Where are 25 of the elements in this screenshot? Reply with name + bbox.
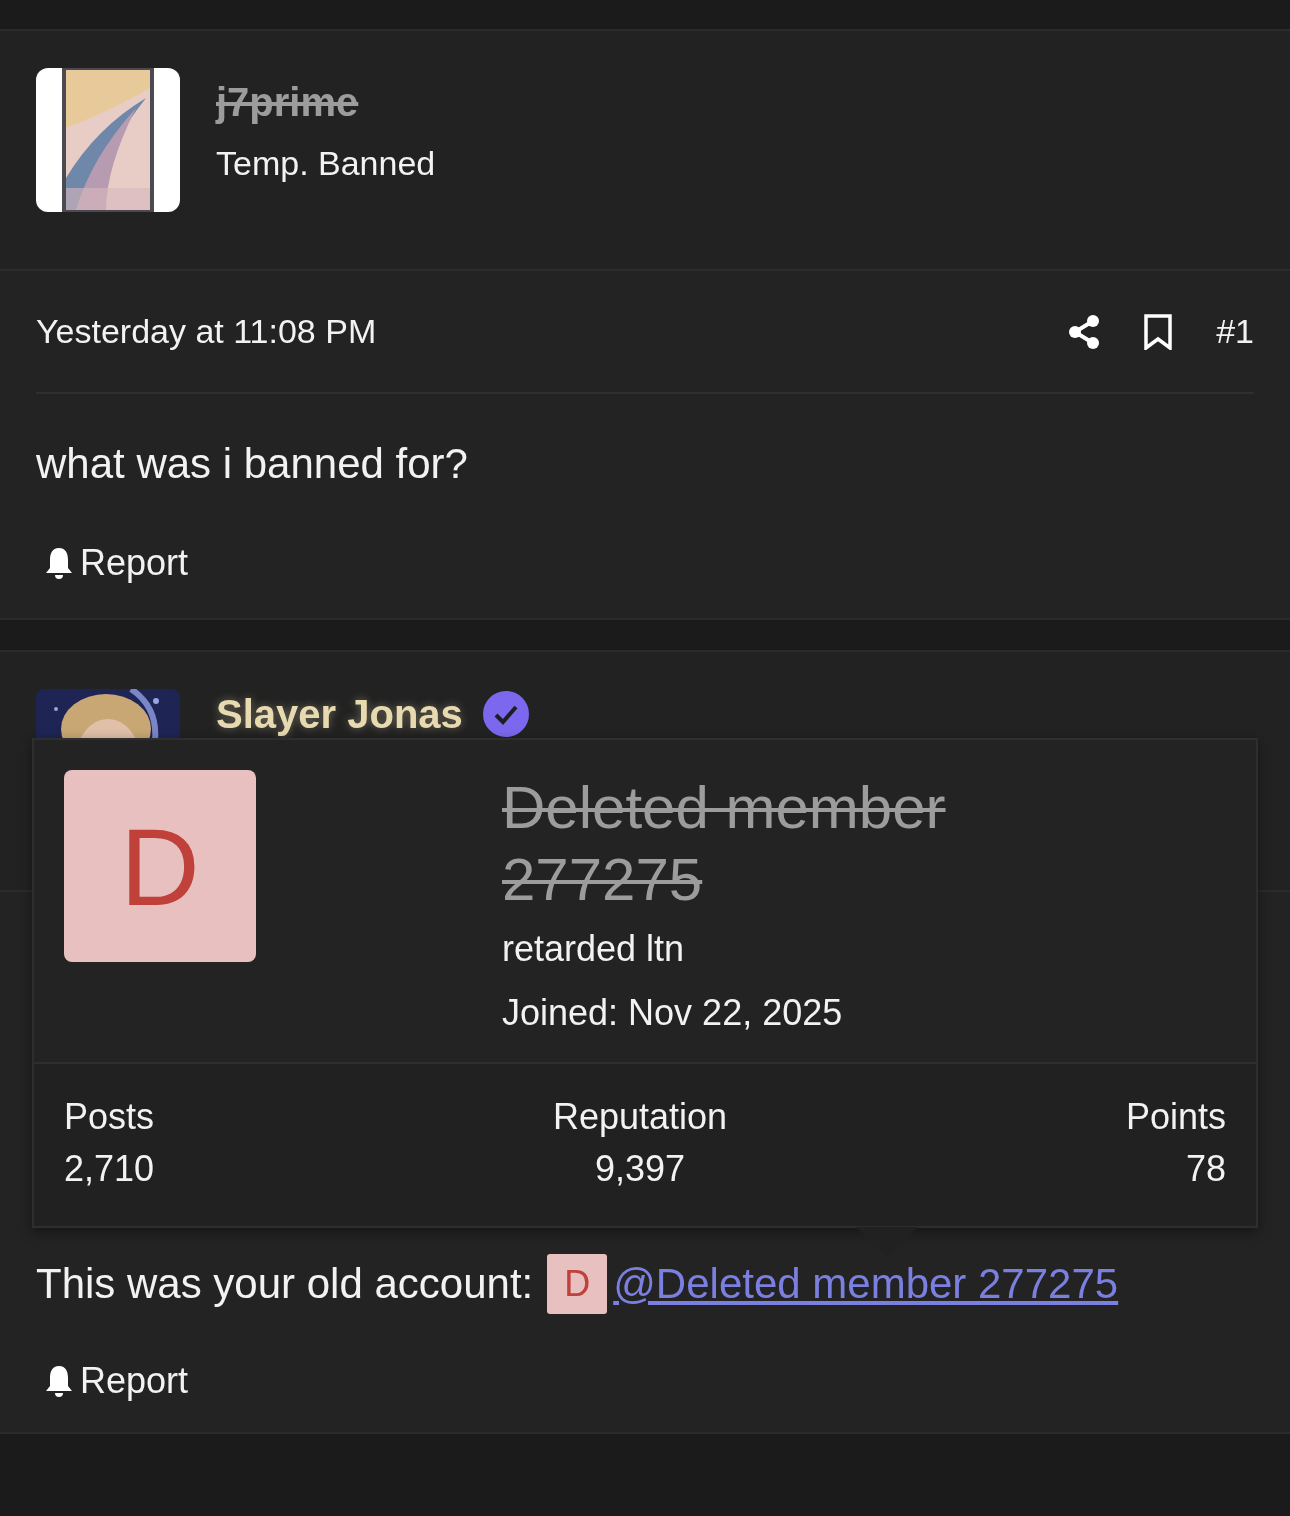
avatar-icon: D [547, 1254, 608, 1314]
member-name[interactable]: Deleted member 277275 [502, 772, 1062, 916]
username[interactable]: Slayer Jonas [216, 694, 463, 734]
username[interactable]: j7prime [216, 78, 436, 126]
member-title: retarded ltn [502, 928, 686, 970]
join-date: Joined: Nov 22, 2025 [502, 992, 844, 1034]
post-number[interactable]: #1 [1216, 312, 1254, 351]
post-text: This was your old account: [36, 1259, 534, 1309]
bell-icon [44, 1364, 74, 1398]
mention-link[interactable]: @Deleted member 277275 [613, 1258, 1119, 1310]
avatar-icon: D [64, 770, 256, 962]
stat-value: 9,397 [594, 1148, 686, 1190]
stat-value: 2,710 [64, 1148, 155, 1190]
user-title: Temp. Banned [216, 144, 436, 183]
post-text: what was i banned for? [36, 439, 469, 489]
stat-label: Reputation [552, 1096, 728, 1138]
stat-label: Points [1125, 1096, 1226, 1138]
bookmark-icon[interactable] [1144, 313, 1173, 350]
stat-label: Posts [64, 1096, 155, 1138]
stat-value: 78 [1185, 1148, 1226, 1190]
bell-icon [44, 546, 74, 580]
post-time[interactable]: Yesterday at 11:08 PM [36, 312, 377, 351]
share-icon[interactable] [1068, 313, 1101, 350]
report-button[interactable]: Report [36, 542, 189, 584]
report-button[interactable]: Report [36, 1360, 189, 1402]
